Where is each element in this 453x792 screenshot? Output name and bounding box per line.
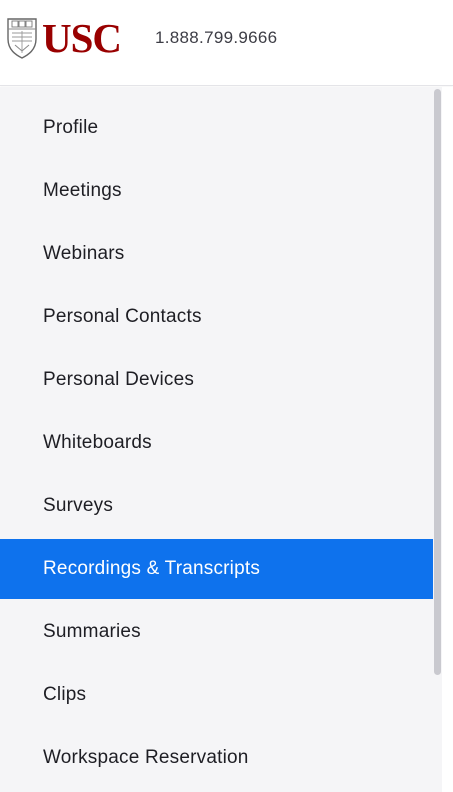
support-phone[interactable]: 1.888.799.9666 xyxy=(155,28,277,48)
sidebar-item-summaries[interactable]: Summaries xyxy=(0,602,433,662)
sidebar-item-webinars[interactable]: Webinars xyxy=(0,224,433,284)
usc-logo[interactable]: USC xyxy=(6,15,122,61)
sidebar-item-clips[interactable]: Clips xyxy=(0,665,433,725)
scrollbar-thumb[interactable] xyxy=(434,89,441,675)
sidebar-item-personal-devices[interactable]: Personal Devices xyxy=(0,350,433,410)
content-edge xyxy=(442,87,453,792)
sidebar-item-whiteboards[interactable]: Whiteboards xyxy=(0,413,433,473)
sidebar-item-personal-contacts[interactable]: Personal Contacts xyxy=(0,287,433,347)
sidebar-scrollbar[interactable] xyxy=(433,87,442,792)
top-header: USC 1.888.799.9666 xyxy=(0,0,453,86)
usc-shield-icon xyxy=(7,18,37,59)
sidebar-item-profile[interactable]: Profile xyxy=(0,98,433,158)
sidebar-item-workspace-reservation[interactable]: Workspace Reservation xyxy=(0,728,433,788)
sidebar-item-meetings[interactable]: Meetings xyxy=(0,161,433,221)
sidebar-item-surveys[interactable]: Surveys xyxy=(0,476,433,536)
sidebar-item-recordings-transcripts[interactable]: Recordings & Transcripts xyxy=(0,539,433,599)
sidebar-nav: Profile Meetings Webinars Personal Conta… xyxy=(0,87,442,792)
logo-text: USC xyxy=(42,15,122,61)
